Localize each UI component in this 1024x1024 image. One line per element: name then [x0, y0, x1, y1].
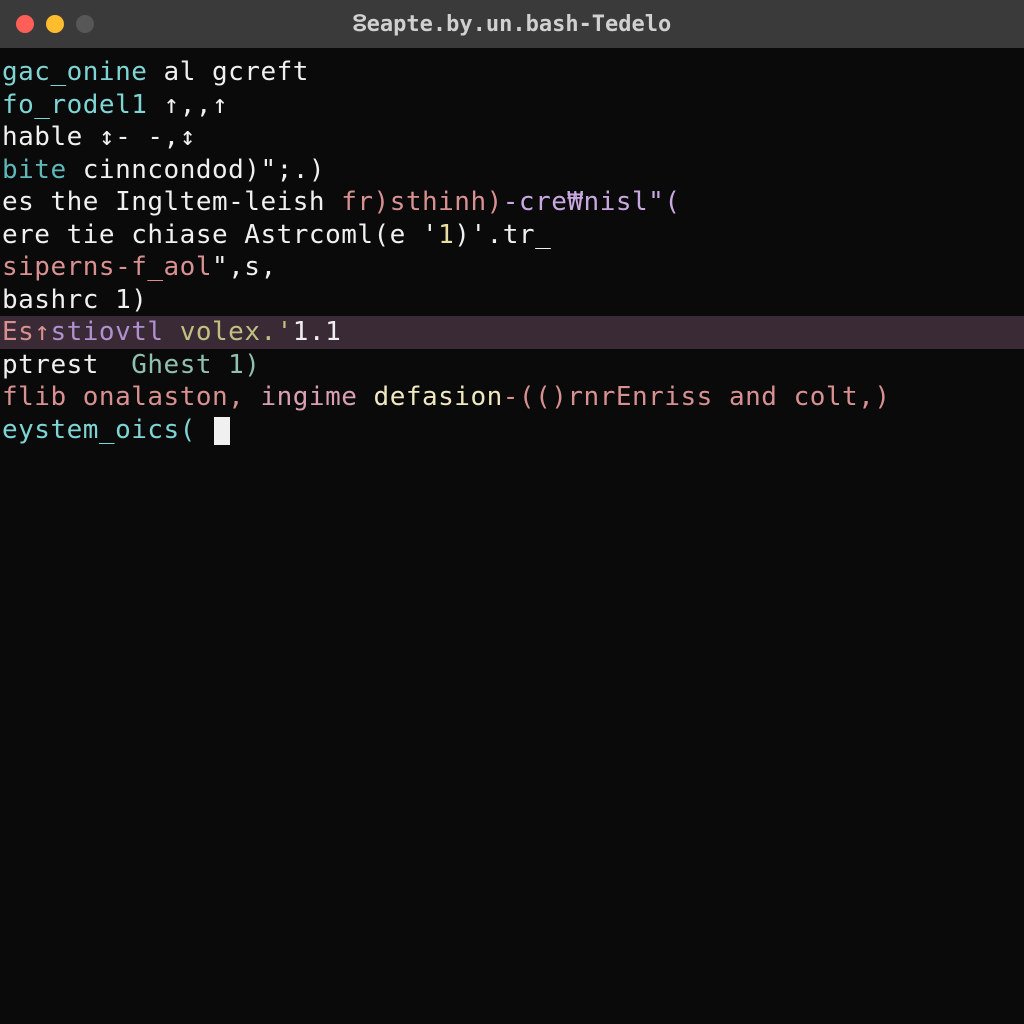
token: Ghest 1) [131, 350, 260, 380]
terminal-line: gac_onine al gcreft [0, 56, 1024, 89]
token: es the Ingltem-leish [2, 187, 341, 217]
token: stiovtl [50, 317, 163, 347]
token: and colt,) [713, 382, 891, 412]
token: -(() [503, 382, 568, 412]
terminal-line: ptrest Ghest 1) [0, 349, 1024, 382]
token: ingime [260, 382, 357, 412]
token: ↑,,↑ [147, 90, 228, 120]
token: volex.' [164, 317, 293, 347]
token: defasion [357, 382, 502, 412]
token: onalaston, [67, 382, 261, 412]
token: siperns-f_aol [2, 252, 212, 282]
terminal-line: ere tie chiase Astrcoml(e '1)'.tr_ [0, 219, 1024, 252]
minimize-icon[interactable] [46, 15, 64, 33]
terminal-window: ⵓeapte.by.un.bash-Tedelo gac_onine al gc… [0, 0, 1024, 1024]
cursor-icon [214, 417, 230, 445]
token: Es↑ [2, 317, 50, 347]
token: gac_onine [2, 57, 147, 87]
close-icon[interactable] [16, 15, 34, 33]
terminal-line: fo_rodel1 ↑,,↑ [0, 89, 1024, 122]
token: eystem_oics( [2, 415, 212, 445]
terminal-line: flib onalaston, ingime defasion-(()rnrEn… [0, 381, 1024, 414]
token: ↕- -,↕ [83, 122, 196, 152]
token: fr)sthinh) [341, 187, 503, 217]
token: 1) [115, 285, 147, 315]
token: ere tie chiase Astrcoml(e ' [2, 220, 438, 250]
terminal-line-highlighted: Es↑stiovtl volex.'1.1 [0, 316, 1024, 349]
token: al gcreft [147, 57, 309, 87]
token: ptrest [2, 350, 131, 380]
terminal-line-prompt: eystem_oics( [0, 414, 1024, 447]
terminal-line: es the Ingltem-leish fr)sthinh)-cre₩nisl… [0, 186, 1024, 219]
traffic-lights [16, 15, 94, 33]
terminal-line: siperns-f_aol",s, [0, 251, 1024, 284]
terminal-line: hable ↕- -,↕ [0, 121, 1024, 154]
terminal-line: bite cinncondod)";.) [0, 154, 1024, 187]
maximize-icon[interactable] [76, 15, 94, 33]
token: 1 [438, 220, 454, 250]
terminal-line: bashrc 1) [0, 284, 1024, 317]
token: cinncondod)";.) [67, 155, 325, 185]
token: flib [2, 382, 67, 412]
token: )'.tr_ [454, 220, 551, 250]
window-title: ⵓeapte.by.un.bash-Tedelo [353, 12, 672, 37]
token: rnrEnriss [567, 382, 712, 412]
titlebar: ⵓeapte.by.un.bash-Tedelo [0, 0, 1024, 48]
token: bite [2, 155, 67, 185]
token: ",s, [212, 252, 277, 282]
terminal-body[interactable]: gac_onine al gcreft fo_rodel1 ↑,,↑ hable… [0, 48, 1024, 1024]
token: 1.1 [293, 317, 341, 347]
token: hable [2, 122, 83, 152]
token: fo_rodel1 [2, 90, 147, 120]
token: bashrc [2, 285, 115, 315]
token: -cre₩nisl"( [503, 187, 681, 217]
